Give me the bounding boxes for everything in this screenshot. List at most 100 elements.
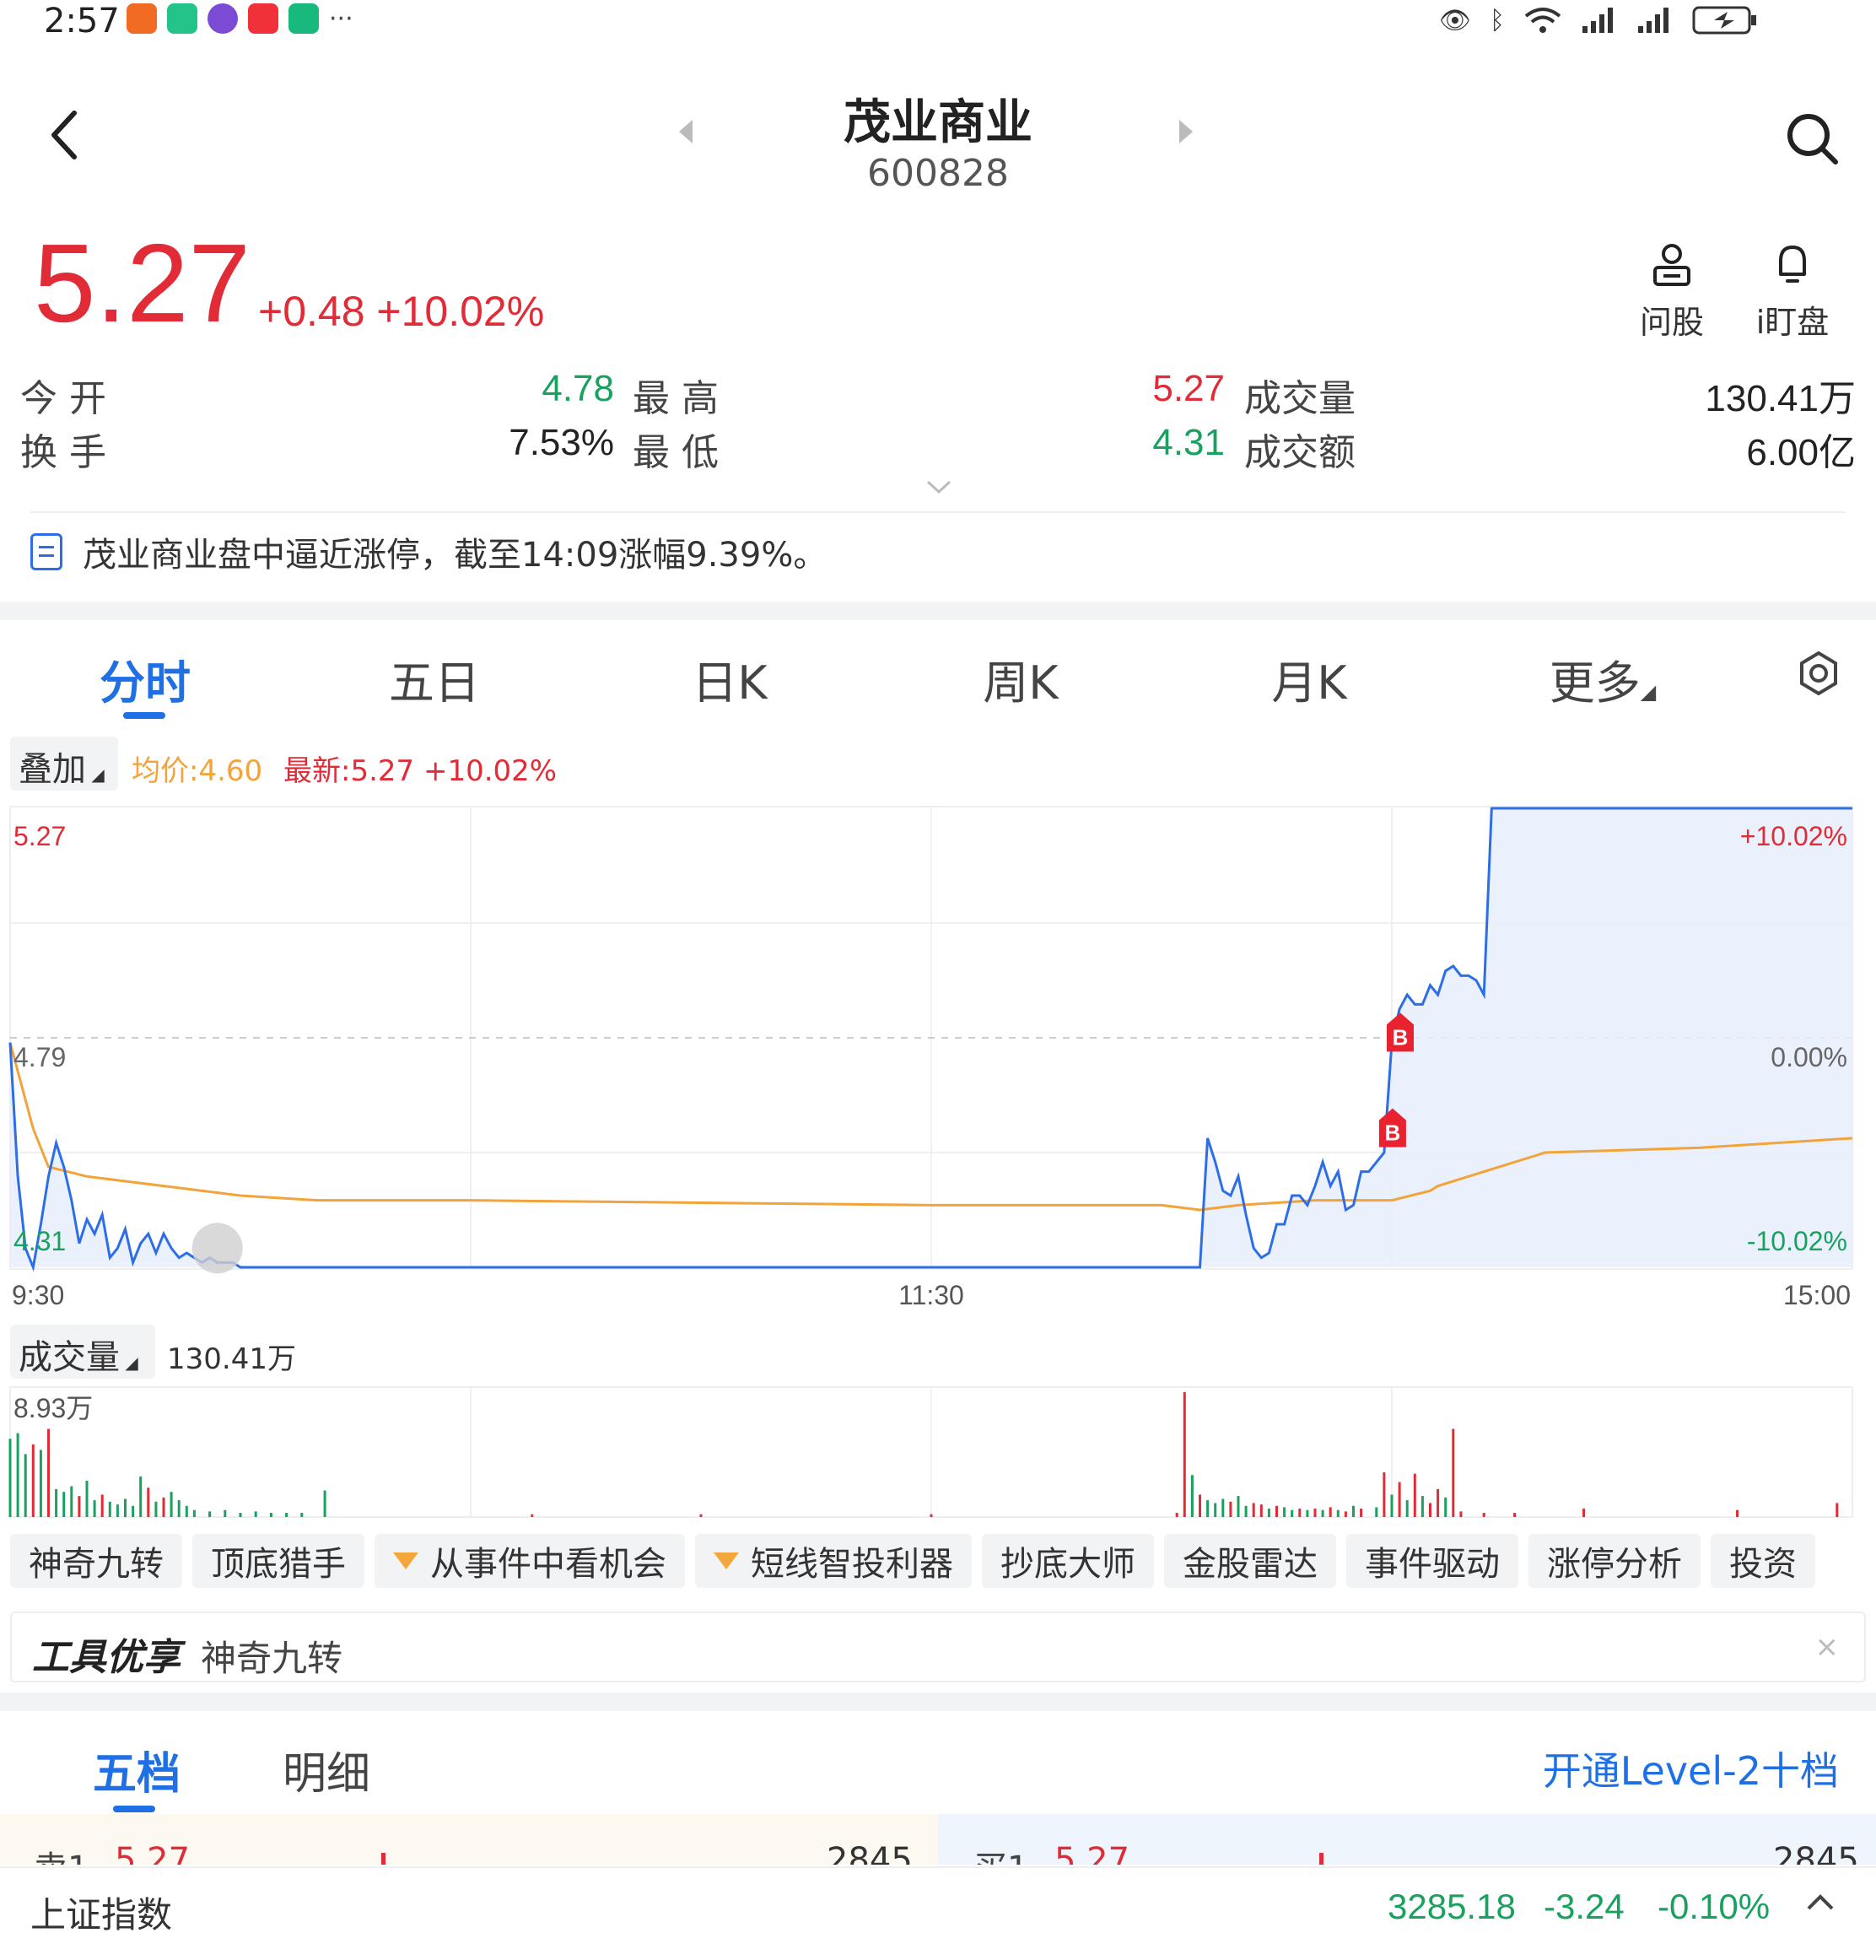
volume-bar bbox=[1283, 1507, 1286, 1517]
volume-bar bbox=[1413, 1473, 1416, 1517]
volume-bar bbox=[132, 1505, 135, 1517]
close-icon[interactable]: × bbox=[1815, 1630, 1840, 1664]
latest-price-text: 最新:5.27 +10.02% bbox=[283, 754, 558, 788]
tab-more[interactable]: 更多◢ bbox=[1544, 645, 1662, 712]
y-axis-label-left: 4.79 bbox=[13, 1042, 66, 1072]
volume-bar bbox=[170, 1492, 173, 1517]
chip-gold-radar[interactable]: 金股雷达 bbox=[1164, 1534, 1336, 1588]
tab-intraday[interactable]: 分时 bbox=[94, 645, 196, 712]
tab-details[interactable]: 明细 bbox=[283, 1738, 370, 1801]
volume-bar bbox=[1459, 1511, 1463, 1517]
chip-event-opportunity[interactable]: 从事件中看机会 bbox=[375, 1534, 685, 1588]
dropdown-triangle-icon: ◢ bbox=[120, 1353, 138, 1373]
next-stock-arrow[interactable] bbox=[1179, 120, 1193, 143]
volume-bar bbox=[1360, 1509, 1363, 1517]
overlay-button[interactable]: 叠加 ◢ bbox=[10, 737, 118, 791]
app-notification-icon bbox=[167, 3, 197, 34]
index-bar[interactable]: 上证指数 3285.18 -3.24 -0.10% bbox=[0, 1866, 1876, 1944]
change-value: +0.48 bbox=[258, 288, 365, 335]
section-separator bbox=[0, 1693, 1876, 1711]
volume-bar bbox=[1183, 1392, 1186, 1517]
index-name: 上证指数 bbox=[30, 1894, 173, 1936]
volume-bar bbox=[1336, 1509, 1340, 1517]
chip-limit-up-analysis[interactable]: 涨停分析 bbox=[1528, 1534, 1701, 1588]
ask-panel: 卖1 5.27 2845 bbox=[0, 1814, 938, 1865]
x-axis-label: 11:30 bbox=[898, 1280, 964, 1308]
volume-bar bbox=[55, 1488, 58, 1517]
volume-bar bbox=[1429, 1503, 1431, 1517]
bid-volume: 2845 bbox=[1773, 1841, 1859, 1865]
active-tab-indicator bbox=[113, 1806, 155, 1812]
tab-weekly-k[interactable]: 周K bbox=[970, 645, 1071, 712]
volume-bar bbox=[699, 1514, 703, 1517]
tab-five-day[interactable]: 五日 bbox=[384, 645, 485, 712]
watch-button[interactable]: i盯盘 bbox=[1746, 240, 1839, 343]
more-notifications: ··· bbox=[329, 3, 353, 34]
chip-short-term-tool[interactable]: 短线智投利器 bbox=[695, 1534, 972, 1588]
volume-bar bbox=[1383, 1471, 1386, 1517]
watch-label: i盯盘 bbox=[1755, 304, 1830, 341]
volume-bar bbox=[1836, 1503, 1839, 1517]
volume-bar bbox=[1398, 1482, 1401, 1517]
volume-bar bbox=[124, 1498, 127, 1517]
chevron-up-icon[interactable] bbox=[1803, 1890, 1837, 1915]
volume-bar bbox=[1405, 1500, 1409, 1517]
volume-bar bbox=[1259, 1504, 1263, 1517]
tab-more-label: 更多 bbox=[1549, 656, 1641, 710]
stock-code: 600828 bbox=[867, 152, 1009, 195]
stock-header: 茂业商业 600828 bbox=[0, 67, 1876, 219]
volume-bar bbox=[1344, 1511, 1347, 1517]
level2-upgrade-link[interactable]: 开通Level-2十档 bbox=[1543, 1741, 1839, 1796]
tool-promo-banner[interactable]: 工具优享 神奇九转 × bbox=[10, 1612, 1866, 1682]
volume-bar bbox=[1352, 1505, 1355, 1517]
open-label: 今 开 bbox=[20, 377, 106, 420]
bluetooth-icon: ᛒ bbox=[1490, 5, 1505, 35]
expand-chevron-icon[interactable] bbox=[925, 478, 953, 496]
volume-bar bbox=[177, 1500, 181, 1517]
index-value: 3285.18 bbox=[1388, 1887, 1516, 1926]
chip-investment[interactable]: 投资 bbox=[1711, 1534, 1815, 1588]
eye-icon: 👁 bbox=[1438, 5, 1471, 35]
search-icon[interactable] bbox=[1778, 105, 1846, 172]
volume-bar bbox=[1190, 1475, 1194, 1517]
ask-stock-button[interactable]: 问股 bbox=[1625, 240, 1718, 343]
volume-bar bbox=[1214, 1503, 1217, 1517]
turnover-label: 换 手 bbox=[20, 431, 106, 474]
intraday-price-chart[interactable]: B B 5.27 4.79 4.31 +10.02% 0.00% -10.02% 9:30 11:… bbox=[0, 802, 1876, 1308]
volume-bar bbox=[1736, 1509, 1739, 1517]
tab-five-levels[interactable]: 五档 bbox=[93, 1738, 181, 1801]
volume-bar bbox=[24, 1454, 27, 1517]
volume-bar bbox=[1437, 1488, 1440, 1517]
volume-bar bbox=[85, 1480, 89, 1517]
news-ticker[interactable]: 茂业商业盘中逼近涨停，截至14:09涨幅9.39%。 bbox=[30, 527, 827, 576]
section-separator bbox=[0, 602, 1876, 620]
chip-magic-nine[interactable]: 神奇九转 bbox=[10, 1534, 182, 1588]
volume-indicator-button[interactable]: 成交量 ◢ bbox=[10, 1325, 155, 1379]
settings-icon[interactable] bbox=[1795, 650, 1842, 697]
tab-daily-k[interactable]: 日K bbox=[679, 645, 780, 712]
volume-bar bbox=[1513, 1513, 1517, 1517]
volume-bar bbox=[1291, 1509, 1294, 1517]
volume-bar bbox=[531, 1514, 534, 1517]
volume-bar bbox=[269, 1513, 272, 1517]
volume-max-label: 8.93万 bbox=[13, 1393, 93, 1423]
volume-value: 130.41万 bbox=[1705, 378, 1856, 419]
amount-value: 6.00亿 bbox=[1746, 432, 1856, 473]
chip-top-bottom-hunter[interactable]: 顶底猎手 bbox=[192, 1534, 364, 1588]
ask-volume: 2845 bbox=[827, 1841, 913, 1865]
tab-monthly-k[interactable]: 月K bbox=[1259, 645, 1360, 712]
chip-bottom-master[interactable]: 抄底大师 bbox=[982, 1534, 1154, 1588]
high-label: 最 高 bbox=[633, 377, 719, 420]
volume-bar bbox=[108, 1501, 111, 1517]
volume-bar bbox=[323, 1490, 326, 1517]
volume-chart[interactable]: 8.93万 bbox=[0, 1384, 1876, 1520]
volume-bar bbox=[1252, 1503, 1255, 1517]
battery-icon bbox=[1692, 6, 1756, 35]
volume-bar bbox=[1452, 1428, 1455, 1517]
floating-avatar-icon bbox=[191, 1223, 243, 1274]
volume-bar bbox=[1420, 1496, 1424, 1517]
chip-event-driven[interactable]: 事件驱动 bbox=[1346, 1534, 1518, 1588]
ask-volume-bar bbox=[381, 1853, 385, 1865]
volume-bar bbox=[208, 1511, 212, 1517]
volume-bar bbox=[147, 1488, 150, 1517]
